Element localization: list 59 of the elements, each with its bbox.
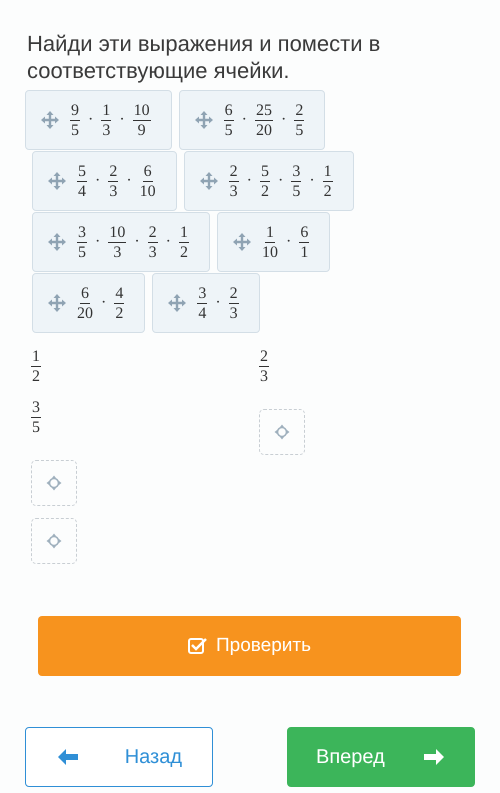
move-icon (47, 171, 67, 191)
multiply-sign: · (242, 111, 247, 129)
drop-slot[interactable] (259, 409, 305, 455)
multiply-sign: · (95, 233, 100, 251)
multiply-sign: · (280, 111, 286, 129)
fraction: 1 3 (101, 102, 112, 138)
arrow-right-icon (424, 749, 444, 765)
crosshair-icon (46, 475, 62, 491)
multiply-sign: · (278, 172, 284, 190)
multiply-sign: · (119, 111, 125, 129)
fraction: 2 5 (294, 102, 304, 138)
multiply-sign: · (101, 294, 106, 312)
move-icon (198, 171, 219, 191)
multiply-sign: · (95, 172, 100, 190)
multiply-sign: · (309, 172, 315, 190)
fraction: 25 20 (254, 102, 273, 138)
move-icon (167, 293, 188, 313)
fraction: 2 3 (228, 162, 239, 200)
fraction: 6 1 (299, 224, 310, 260)
fraction: 10 9 (132, 102, 151, 138)
multiply-sign: · (215, 294, 221, 312)
instruction-text: Найди эти выражения и помести в соответствующие ячейки. (27, 30, 382, 84)
fraction: 3 4 (197, 284, 208, 322)
fraction: 3 5 (77, 224, 87, 260)
fraction: 3 5 (291, 162, 302, 200)
fraction: 6 20 (77, 284, 93, 322)
crosshair-icon (274, 424, 290, 440)
checkbox-icon (188, 637, 208, 655)
move-icon (194, 110, 214, 130)
fraction: 6 10 (140, 162, 156, 200)
fraction: 2 3 (108, 162, 118, 200)
multiply-sign: · (246, 172, 252, 190)
multiply-sign: · (126, 172, 132, 190)
move-icon (47, 232, 67, 252)
fraction: 1 2 (31, 348, 41, 385)
drop-slot[interactable] (31, 518, 77, 564)
fraction: 1 10 (262, 224, 278, 260)
fraction: 10 3 (108, 224, 126, 260)
fraction: 5 2 (260, 162, 270, 200)
fraction: 9 5 (70, 102, 80, 138)
fraction: 1 2 (178, 224, 189, 260)
move-icon (47, 293, 67, 313)
fraction: 3 5 (31, 399, 41, 436)
fraction: 4 2 (114, 284, 124, 322)
fraction: 6 5 (224, 102, 234, 138)
fraction: 2 3 (259, 348, 269, 385)
move-icon (232, 232, 252, 252)
crosshair-icon (46, 533, 62, 549)
arrow-left-icon (58, 749, 78, 765)
drop-slot[interactable] (31, 460, 77, 506)
move-icon (40, 110, 60, 130)
multiply-sign: · (166, 233, 171, 251)
multiply-sign: · (134, 233, 140, 251)
multiply-sign: · (286, 233, 292, 251)
fraction: 5 4 (77, 162, 87, 200)
fraction: 2 3 (228, 284, 239, 322)
multiply-sign: · (88, 111, 94, 129)
fraction: 2 3 (148, 224, 158, 260)
fraction: 1 2 (322, 162, 333, 200)
